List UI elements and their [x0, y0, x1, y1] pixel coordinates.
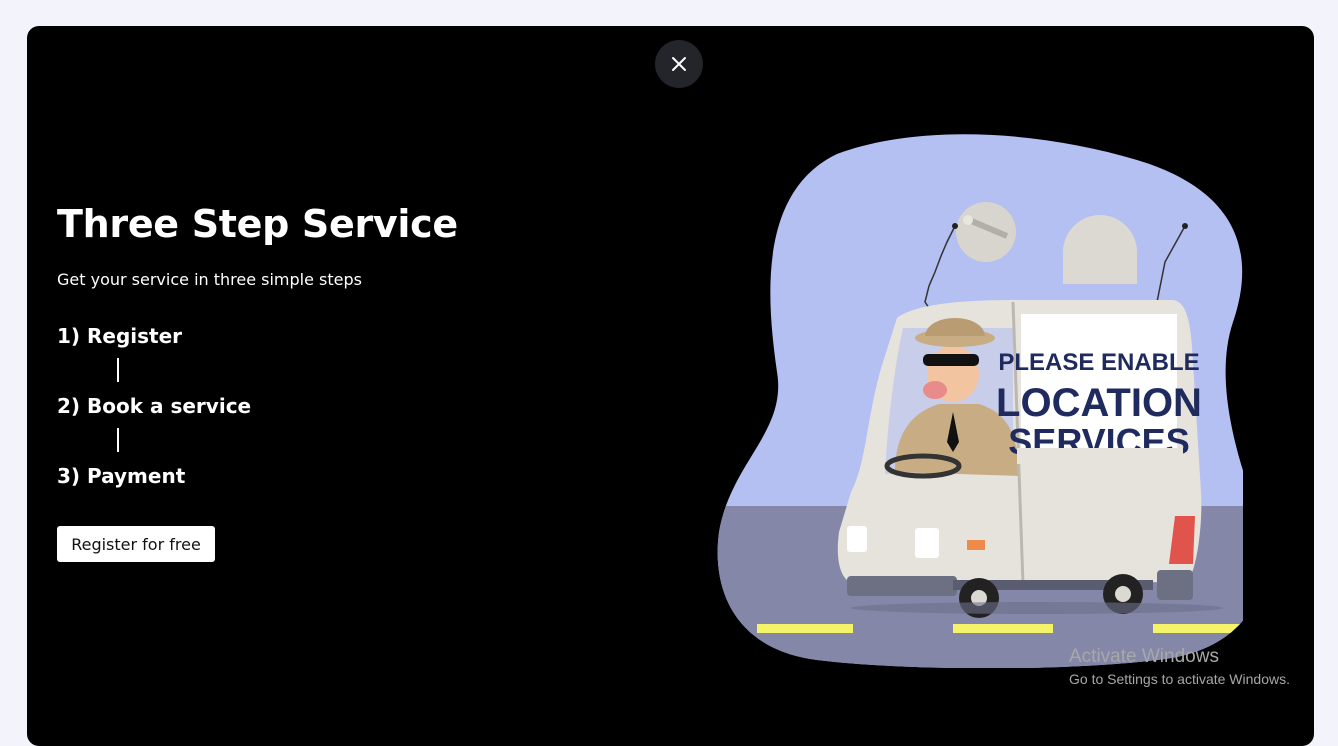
surveillance-van-illustration: PLEASE ENABLE LOCATION SERVICES: [717, 134, 1243, 668]
step-connector: [117, 428, 119, 452]
step-register: 1) Register: [57, 324, 183, 348]
sign-text-line1: PLEASE ENABLE: [998, 349, 1199, 376]
activate-windows-watermark: Activate Windows Go to Settings to activ…: [1069, 646, 1290, 690]
step-payment: 3) Payment: [57, 464, 186, 488]
modal-subtitle: Get your service in three simple steps: [57, 270, 362, 289]
close-icon: [672, 57, 686, 71]
register-for-free-button[interactable]: Register for free: [57, 526, 215, 562]
step-book-service: 2) Book a service: [57, 394, 252, 418]
steps-list: 1) Register 2) Book a service 3) Payment: [57, 322, 458, 490]
modal-title: Three Step Service: [57, 202, 458, 246]
step-connector: [117, 358, 119, 382]
service-modal: Three Step Service Get your service in t…: [27, 26, 1314, 746]
intro-panel: Three Step Service Get your service in t…: [57, 198, 458, 490]
close-button[interactable]: [655, 40, 703, 88]
watermark-subtitle: Go to Settings to activate Windows.: [1069, 671, 1290, 687]
watermark-title: Activate Windows: [1069, 646, 1219, 667]
sign-text-line2: LOCATION: [996, 381, 1202, 425]
